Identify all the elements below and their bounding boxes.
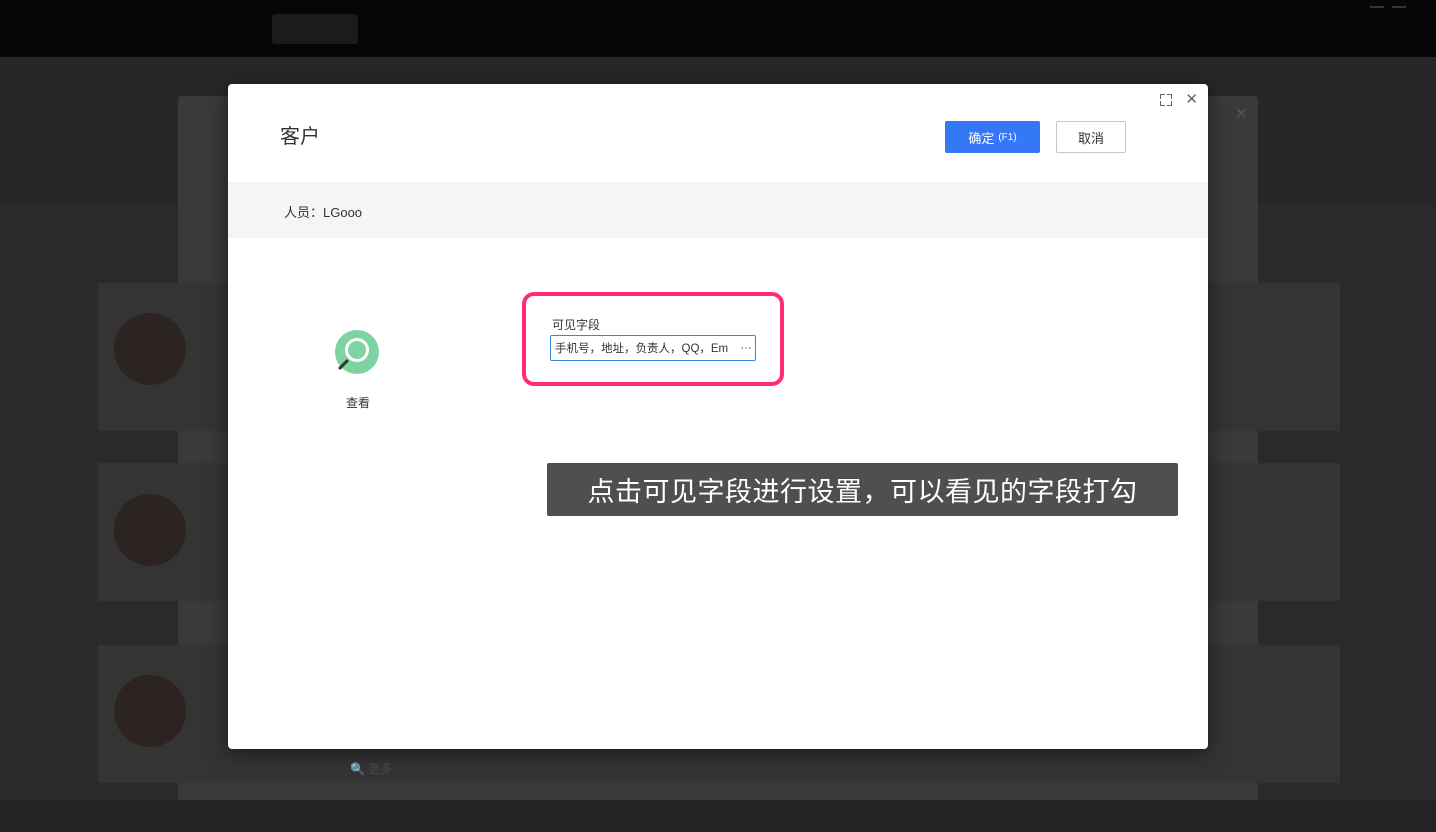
more-link: 🔍 更多 — [350, 762, 393, 776]
background-close-icon: ✕ — [1234, 106, 1248, 123]
person-label: 人员：LGooo — [284, 205, 363, 220]
search-icon — [335, 330, 379, 374]
visible-fields-value: 手机号，地址，负责人，QQ，Em — [555, 343, 729, 355]
visible-fields-label: 可见字段 — [552, 318, 601, 332]
confirm-shortcut: (F1) — [998, 131, 1017, 143]
avatar — [114, 494, 186, 566]
status-bar — [0, 800, 1436, 832]
view-permission-item[interactable] — [335, 330, 381, 374]
avatar — [114, 313, 186, 385]
confirm-label: 确定 — [968, 130, 995, 146]
ellipsis-icon: ··· — [740, 342, 752, 354]
modal-title: 客户 — [280, 126, 320, 148]
confirm-button[interactable]: 确定 (F1) — [945, 121, 1040, 153]
close-icon[interactable]: ✕ — [1185, 90, 1198, 110]
active-nav-tab — [272, 14, 358, 44]
customer-modal: 客户 ✕ 确定 (F1) 取消 人员：LGooo 查看 可见字段 手机号，地址，… — [228, 84, 1208, 749]
avatar — [114, 675, 186, 747]
visible-fields-select[interactable]: 手机号，地址，负责人，QQ，Em ··· — [550, 335, 756, 361]
view-label: 查看 — [346, 396, 371, 410]
expand-icon[interactable] — [1160, 94, 1172, 106]
top-nav-bar — [0, 0, 1436, 57]
more-label: 更多 — [368, 762, 393, 776]
person-bar: 人员：LGooo — [228, 182, 1208, 238]
cancel-button[interactable]: 取消 — [1056, 121, 1126, 153]
window-controls — [1366, 0, 1436, 16]
tutorial-caption: 点击可见字段进行设置，可以看见的字段打勾 — [547, 463, 1178, 516]
